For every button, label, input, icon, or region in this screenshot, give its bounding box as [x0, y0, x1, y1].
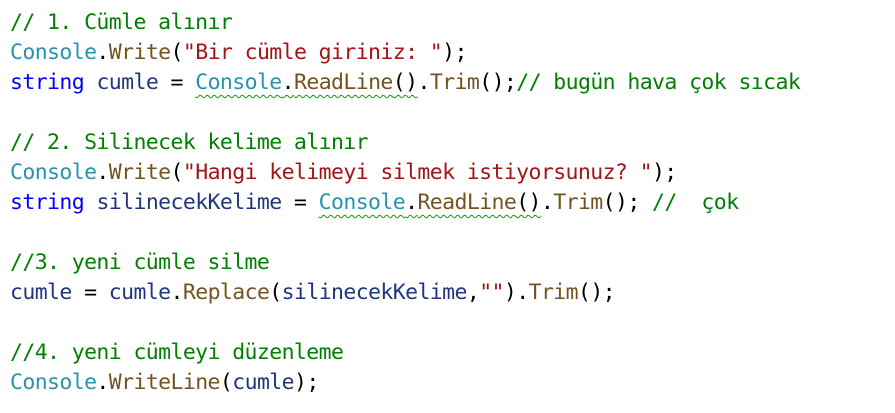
code-method-name: Write [108, 160, 171, 185]
code-method-name: Write [108, 40, 171, 65]
code-punctuation: . [96, 40, 109, 65]
code-variable: cumle [232, 370, 294, 395]
code-punctuation: = [281, 190, 319, 215]
code-method-name: Trim [429, 70, 480, 95]
code-string-literal: "Hangi kelimeyi silmek istiyorsunuz? " [182, 160, 653, 185]
code-variable: cumle [96, 70, 159, 95]
code-line[interactable]: // 1. Cümle alınır [10, 8, 890, 38]
code-punctuation: ( [170, 160, 184, 185]
code-line[interactable]: ​ [10, 308, 890, 338]
code-line[interactable]: ​ [10, 98, 890, 128]
code-punctuation: ); [651, 160, 677, 185]
code-punctuation-warning: . [405, 190, 418, 215]
code-punctuation: (); [602, 190, 653, 215]
code-method-name: Replace [182, 280, 270, 305]
code-punctuation: (); [577, 280, 616, 305]
code-punctuation: . [96, 370, 109, 395]
code-punctuation: = [158, 70, 196, 95]
code-punctuation: ); [442, 40, 467, 65]
code-punctuation-warning: () [392, 70, 418, 95]
code-type-name-warning: Console [318, 190, 406, 215]
code-line[interactable]: Console.WriteLine(cumle); [10, 368, 890, 398]
code-method-name: Trim [528, 280, 579, 305]
code-punctuation: (); [479, 70, 517, 95]
code-comment: //3. yeni cümle silme [10, 250, 270, 275]
code-punctuation-warning: () [516, 190, 541, 215]
code-punctuation: ); [293, 370, 319, 395]
code-punctuation [84, 70, 96, 95]
code-line[interactable]: ​ [10, 218, 890, 248]
code-punctuation: . [170, 280, 184, 305]
code-comment: //4. yeni cümleyi düzenleme [10, 340, 344, 365]
code-method-name: Trim [553, 190, 603, 215]
code-line[interactable]: string cumle = Console.ReadLine().Trim()… [10, 68, 890, 98]
code-method-name-warning: ReadLine [294, 70, 393, 95]
code-line[interactable]: //3. yeni cümle silme [10, 248, 890, 278]
code-string-literal: "Bir cümle giriniz: " [182, 40, 443, 65]
code-punctuation: = [71, 280, 109, 305]
code-punctuation: . [417, 70, 430, 95]
code-type-name-warning: Console [195, 70, 282, 95]
code-keyword: string [10, 190, 85, 215]
code-line[interactable]: //4. yeni cümleyi düzenleme [10, 338, 890, 368]
code-punctuation: ). [503, 280, 529, 305]
code-string-literal: "" [479, 280, 504, 305]
code-punctuation: ( [219, 370, 233, 395]
code-method-name: WriteLine [108, 370, 221, 395]
code-punctuation: , [466, 280, 480, 305]
code-line[interactable]: cumle = cumle.Replace(silinecekKelime,""… [10, 278, 890, 308]
code-punctuation [84, 190, 96, 215]
code-line[interactable]: Console.Write("Bir cümle giriniz: "); [10, 38, 890, 68]
code-comment: // 2. Silinecek kelime alınır [10, 130, 369, 155]
code-comment: // çok [652, 190, 739, 215]
code-punctuation: ( [269, 280, 282, 305]
code-keyword: string [10, 70, 85, 95]
code-variable: silinecekKelime [281, 280, 468, 305]
code-punctuation-warning: . [281, 70, 295, 95]
code-type-name: Console [10, 40, 97, 65]
code-comment: // bugün hava çok sıcak [516, 70, 801, 95]
code-type-name: Console [10, 370, 97, 395]
code-variable: cumle [108, 280, 171, 305]
code-line[interactable]: Console.Write("Hangi kelimeyi silmek ist… [10, 158, 890, 188]
code-punctuation: . [96, 160, 109, 185]
code-line[interactable]: string silinecekKelime = Console.ReadLin… [10, 188, 890, 218]
code-variable: silinecekKelime [96, 190, 282, 215]
code-punctuation: . [540, 190, 554, 215]
code-punctuation: ( [170, 40, 184, 65]
code-type-name: Console [10, 160, 97, 185]
code-comment: // 1. Cümle alınır [10, 10, 233, 35]
code-editor[interactable]: // 1. Cümle alınır Console.Write("Bir cüm… [10, 8, 890, 398]
code-method-name-warning: ReadLine [417, 190, 517, 215]
code-line[interactable]: // 2. Silinecek kelime alınır [10, 128, 890, 158]
code-variable: cumle [10, 280, 72, 305]
